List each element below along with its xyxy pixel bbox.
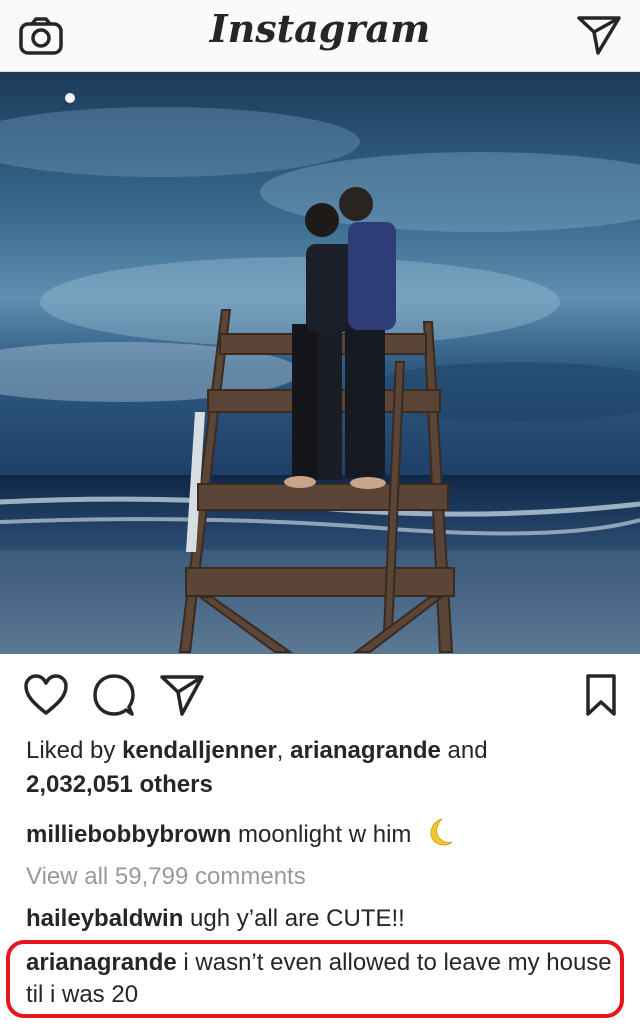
bookmark-icon[interactable]	[578, 672, 626, 718]
caption-text: moonlight w him	[231, 821, 419, 848]
comment-username[interactable]: arianagrande	[26, 949, 177, 976]
comment: arianagrande i wasn’t even allowed to le…	[26, 947, 616, 1011]
view-all-comments-link[interactable]: View all 59,799 comments	[26, 861, 626, 893]
likes-count-link[interactable]: 2,032,051 others	[26, 771, 213, 798]
top-bar: Instagram	[0, 0, 640, 72]
liker-link[interactable]: arianagrande	[290, 737, 441, 764]
comment-username[interactable]: haileybaldwin	[26, 905, 183, 932]
crescent-moon-icon	[430, 818, 453, 846]
post-actions	[0, 666, 640, 726]
post-caption: milliebobbybrown moonlight w him	[26, 816, 626, 851]
heart-icon[interactable]	[22, 672, 70, 718]
likes-separator: ,	[276, 737, 291, 764]
comment: haileybaldwin ugh y’all are CUTE!!	[26, 903, 626, 935]
caption-username[interactable]: milliebobbybrown	[26, 821, 231, 848]
share-icon[interactable]	[158, 672, 206, 718]
post-photo[interactable]	[0, 72, 640, 654]
instagram-logo[interactable]: Instagram	[0, 6, 640, 51]
comment-text: ugh y’all are CUTE!!	[183, 905, 405, 932]
likes-prefix: Liked by	[26, 737, 123, 764]
direct-message-icon[interactable]	[576, 14, 622, 56]
likes-summary: Liked by kendalljenner, arianagrande and…	[26, 734, 616, 802]
comment-icon[interactable]	[90, 672, 138, 718]
likes-and: and	[440, 737, 488, 764]
liker-link[interactable]: kendalljenner	[122, 737, 277, 764]
